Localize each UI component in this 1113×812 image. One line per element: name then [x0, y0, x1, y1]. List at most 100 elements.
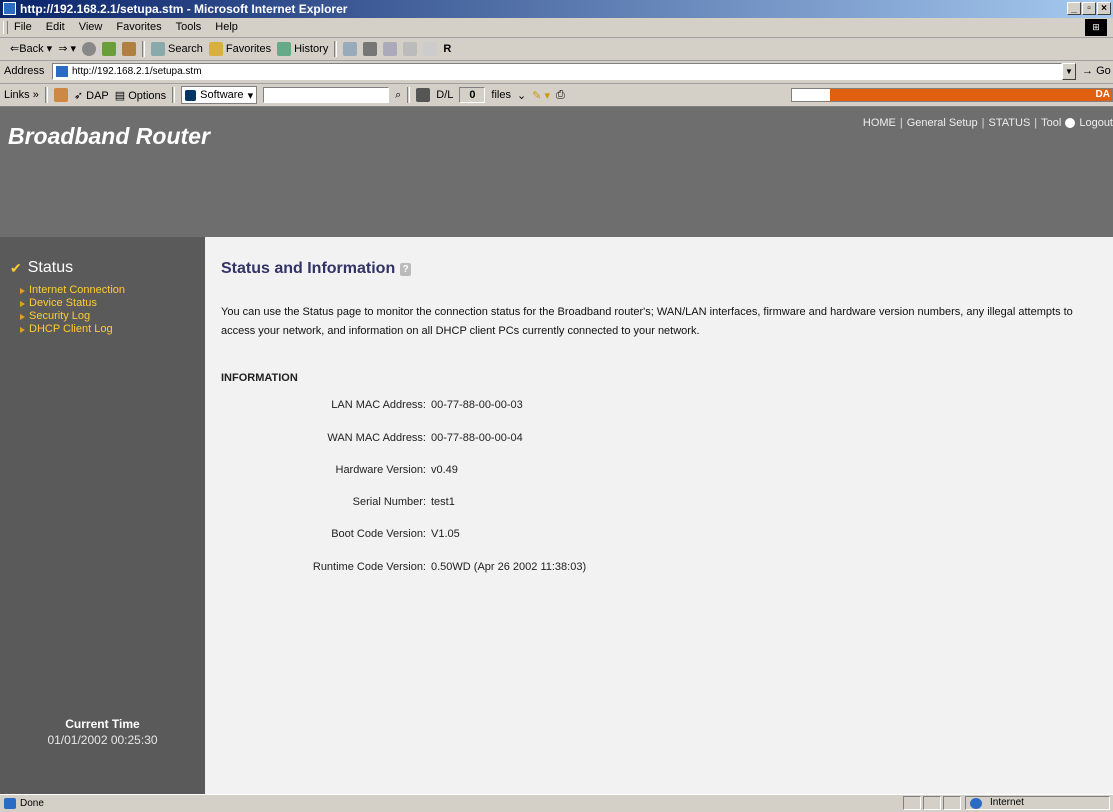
- go-button[interactable]: → Go: [1082, 65, 1111, 77]
- info-label: LAN MAC Address:: [331, 399, 426, 411]
- security-zone: Internet: [965, 796, 1110, 810]
- logout-icon[interactable]: [1065, 118, 1076, 128]
- info-value: V1.05: [431, 528, 460, 540]
- favorites-icon: [208, 42, 223, 56]
- toolbar-separator: [142, 41, 145, 57]
- main-content: Status and Information? You can use the …: [205, 237, 1113, 794]
- maximize-button[interactable]: ▫: [1082, 2, 1096, 15]
- magnifier-icon[interactable]: ⌕: [395, 89, 401, 102]
- toolbar-separator: [407, 87, 411, 103]
- toolbar-grip[interactable]: [3, 21, 8, 34]
- sidebar-item-label: Security Log: [29, 310, 91, 322]
- menu-tools[interactable]: Tools: [176, 18, 202, 37]
- history-label: History: [294, 43, 329, 55]
- menu-view[interactable]: View: [79, 18, 103, 37]
- links-button[interactable]: Links »: [4, 89, 39, 101]
- window-title: http://192.168.2.1/setupa.stm - Microsof…: [20, 2, 348, 16]
- messenger-icon[interactable]: [423, 42, 438, 56]
- info-value: v0.49: [431, 464, 458, 476]
- sidebar-title[interactable]: ✔ Status: [10, 259, 73, 277]
- sidebar-item-device-status[interactable]: Device Status: [20, 297, 125, 310]
- research-icon[interactable]: R: [443, 38, 451, 60]
- info-label: WAN MAC Address:: [327, 432, 426, 444]
- refresh-icon[interactable]: [102, 42, 116, 56]
- expand-icon[interactable]: ⌄: [517, 89, 526, 102]
- sidebar-item-security-log[interactable]: Security Log: [20, 310, 125, 323]
- address-dropdown[interactable]: ▼: [1062, 63, 1076, 80]
- info-value: 00-77-88-00-00-03: [431, 399, 523, 411]
- toolbar-search-input[interactable]: [263, 87, 390, 103]
- toolbar-progress: DA: [791, 88, 1113, 102]
- print-small-icon[interactable]: ⎙: [556, 89, 565, 102]
- sidebar-item-label: Device Status: [29, 297, 97, 309]
- check-icon: ✔: [10, 259, 22, 276]
- menu-favorites[interactable]: Favorites: [116, 18, 161, 37]
- globe-icon: [970, 798, 982, 809]
- back-button[interactable]: ⇐Back ▾: [10, 38, 52, 60]
- nav-logout[interactable]: Logout: [1079, 117, 1113, 129]
- history-button[interactable]: History: [277, 38, 328, 60]
- sidebar-item-internet-connection[interactable]: Internet Connection: [20, 284, 125, 297]
- intro-text: You can use the Status page to monitor t…: [221, 306, 1073, 337]
- mail-icon[interactable]: [343, 42, 358, 56]
- floppy-icon: [185, 89, 197, 101]
- sidebar-title-label: Status: [27, 259, 74, 276]
- software-label: Software: [200, 89, 244, 101]
- sidebar-item-dhcp-client-log[interactable]: DHCP Client Log: [20, 323, 125, 336]
- home-icon[interactable]: [122, 42, 136, 56]
- favorites-button[interactable]: Favorites: [208, 38, 272, 60]
- forward-button[interactable]: ⇒ ▾: [58, 38, 76, 60]
- print-icon[interactable]: [363, 42, 378, 56]
- favorites-label: Favorites: [225, 43, 272, 55]
- nav-home[interactable]: HOME: [863, 117, 896, 129]
- nav-general-setup[interactable]: General Setup: [907, 117, 978, 129]
- dap-label: DAP: [86, 89, 109, 102]
- toolbar-separator: [44, 87, 48, 103]
- edit-icon[interactable]: [383, 42, 398, 56]
- current-time-value: 01/01/2002 00:25:30: [47, 733, 158, 747]
- toolbar-separator: [334, 41, 338, 57]
- info-value: test1: [431, 496, 455, 508]
- home-link-icon[interactable]: [53, 88, 68, 102]
- arrow-icon: [20, 313, 25, 320]
- software-dropdown[interactable]: Software ▾: [181, 86, 258, 104]
- options-link[interactable]: ▤ Options: [115, 89, 166, 102]
- address-url: http://192.168.2.1/setupa.stm: [72, 66, 202, 77]
- info-label: Hardware Version:: [335, 464, 427, 476]
- search-button[interactable]: Search: [151, 38, 203, 60]
- menu-bar: File Edit View Favorites Tools Help ⊞: [0, 18, 1113, 38]
- history-icon: [277, 42, 292, 56]
- address-bar: Address http://192.168.2.1/setupa.stm ▼ …: [0, 61, 1113, 84]
- menu-file[interactable]: File: [14, 18, 32, 37]
- current-time-label: Current Time: [65, 717, 140, 731]
- page-title: Status and Information?: [221, 260, 412, 278]
- highlight-icon[interactable]: ✎ ▾: [532, 89, 550, 102]
- close-button[interactable]: ×: [1097, 2, 1111, 15]
- top-nav: HOME | General Setup | STATUS | Tool Logout: [862, 117, 1113, 129]
- toolbar-separator: [172, 87, 176, 103]
- arrow-icon: [20, 300, 25, 307]
- menu-help[interactable]: Help: [215, 18, 238, 37]
- help-icon[interactable]: ?: [400, 262, 412, 276]
- nav-status[interactable]: STATUS: [989, 117, 1031, 129]
- nav-tool[interactable]: Tool: [1041, 117, 1061, 129]
- page-viewport: Broadband Router HOME | General Setup | ST…: [0, 107, 1113, 794]
- download-manager-icon[interactable]: [416, 88, 431, 102]
- dap-link[interactable]: ➶ DAP: [74, 89, 109, 102]
- router-brand: Broadband Router: [8, 123, 210, 149]
- status-text: Done: [20, 798, 44, 809]
- info-label: Boot Code Version:: [331, 528, 426, 540]
- address-input[interactable]: http://192.168.2.1/setupa.stm: [52, 63, 1062, 80]
- files-label: files: [491, 89, 511, 101]
- stop-icon[interactable]: [82, 42, 96, 56]
- menu-edit[interactable]: Edit: [46, 18, 65, 37]
- progress-fill: [830, 89, 1112, 101]
- dl-count: 0: [459, 87, 486, 103]
- page-icon: [56, 66, 68, 77]
- info-value: 00-77-88-00-00-04: [431, 432, 523, 444]
- discuss-icon[interactable]: [403, 42, 418, 56]
- arrow-icon: [20, 326, 25, 333]
- current-time: Current Time 01/01/2002 00:25:30: [0, 717, 205, 747]
- minimize-button[interactable]: _: [1067, 2, 1081, 15]
- windows-logo-icon: ⊞: [1085, 19, 1107, 36]
